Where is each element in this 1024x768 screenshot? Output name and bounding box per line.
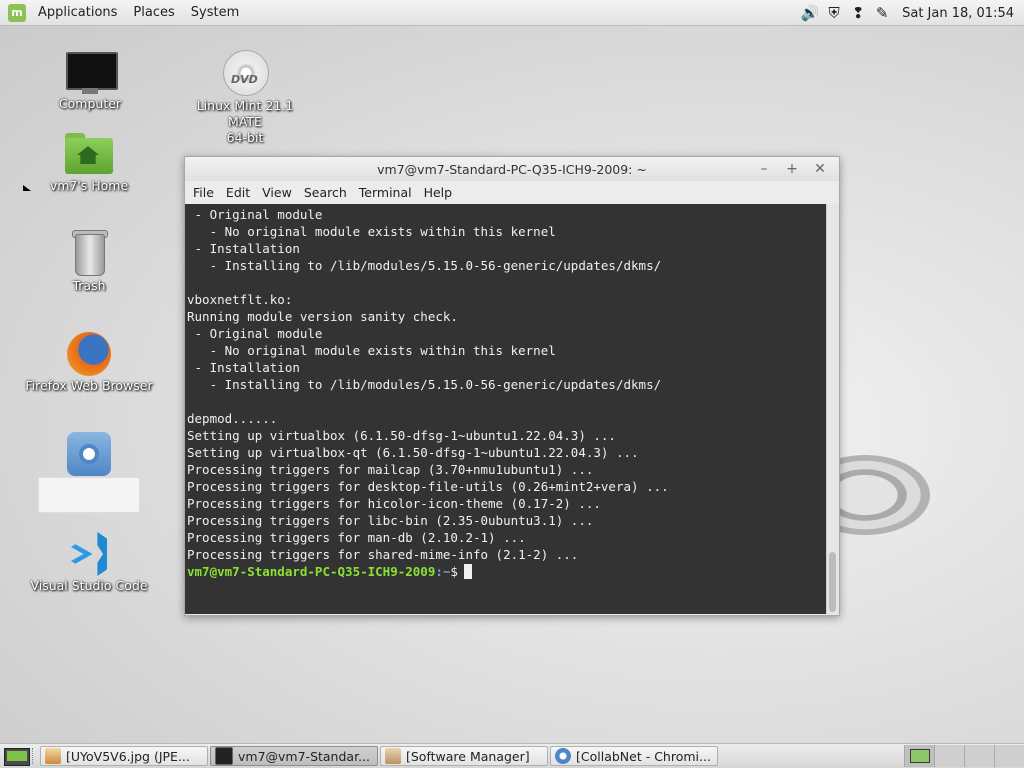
terminal-line: Processing triggers for shared-mime-info…	[187, 547, 579, 562]
terminal-line: Setting up virtualbox-qt (6.1.50-dfsg-1~…	[187, 445, 639, 460]
terminal-line: depmod......	[187, 411, 278, 426]
image-viewer-icon	[45, 748, 61, 764]
taskbar-item-label: [UYoV5V6.jpg (JPE...	[66, 748, 190, 764]
search-menu[interactable]: Search	[298, 185, 353, 200]
terminal-line: Setting up virtualbox (6.1.50-dfsg-1~ubu…	[187, 428, 616, 443]
home-folder-icon	[63, 130, 115, 178]
prompt-symbol: $	[450, 564, 458, 579]
workspace-2[interactable]	[934, 745, 964, 767]
volume-icon[interactable]: 🔊	[800, 3, 820, 23]
taskbar-item-label: [CollabNet - Chromi...	[576, 748, 711, 764]
workspace-3[interactable]	[964, 745, 994, 767]
chromium-icon	[555, 748, 571, 764]
terminal-line: - Original module	[187, 207, 323, 222]
workspace-1[interactable]	[904, 745, 934, 767]
system-tray: 🔊 ⛨ ❢ ✎ Sat Jan 18, 01:54	[798, 0, 1024, 26]
mouse-pointer-icon	[23, 185, 31, 191]
desktop-icon-label-box[interactable]	[38, 477, 140, 513]
close-button[interactable]: ✕	[809, 159, 831, 179]
mint-menu-icon[interactable]: m	[8, 3, 26, 22]
terminal-line: Processing triggers for desktop-file-uti…	[187, 479, 669, 494]
taskbar-item-label: [Software Manager]	[406, 748, 530, 764]
firefox-icon	[63, 330, 115, 378]
chromium-icon	[63, 430, 115, 478]
terminal-menubar: File Edit View Search Terminal Help	[185, 181, 839, 203]
taskbar-item-image-viewer[interactable]: [UYoV5V6.jpg (JPE...	[40, 746, 208, 766]
desktop-icon-label: 64-bit	[226, 130, 264, 145]
bottom-panel: [UYoV5V6.jpg (JPE... vm7@vm7-Standar... …	[0, 743, 1024, 768]
terminal-line: vboxnetflt.ko:	[187, 292, 293, 307]
terminal-line: Processing triggers for mailcap (3.70+nm…	[187, 462, 594, 477]
desktop-icon-label: Visual Studio Code	[30, 578, 148, 593]
desktop-icon-chromium[interactable]	[24, 430, 154, 478]
terminal-line: - Installing to /lib/modules/5.15.0-56-g…	[187, 258, 662, 273]
taskbar-item-label: vm7@vm7-Standar...	[238, 748, 370, 764]
terminal-line: Processing triggers for hicolor-icon-the…	[187, 496, 601, 511]
minimize-button[interactable]: –	[753, 159, 775, 179]
terminal-output[interactable]: - Original module - No original module e…	[185, 204, 827, 614]
shell-prompt[interactable]: vm7@vm7-Standard-PC-Q35-ICH9-2009:~ $	[187, 563, 827, 580]
file-menu[interactable]: File	[187, 185, 220, 200]
desktop-icon-vscode[interactable]: Visual Studio Code	[24, 530, 154, 594]
maximize-button[interactable]: +	[781, 159, 803, 179]
desktop-icon-label: Firefox Web Browser	[25, 378, 153, 393]
top-panel: m Applications Places System 🔊 ⛨ ❢ ✎ Sat…	[0, 0, 1024, 26]
terminal-line: - Installing to /lib/modules/5.15.0-56-g…	[187, 377, 662, 392]
desktop-icon-home[interactable]: vm7's Home	[24, 130, 154, 194]
terminal-window[interactable]: vm7@vm7-Standard-PC-Q35-ICH9-2009: ~ – +…	[184, 156, 840, 616]
desktop-icon-label: vm7's Home	[49, 178, 129, 193]
terminal-line: Processing triggers for man-db (2.10.2-1…	[187, 530, 526, 545]
shield-icon[interactable]: ⛨	[824, 3, 844, 23]
desktop-icon-label: Linux Mint 21.1 MATE	[196, 98, 294, 129]
help-menu[interactable]: Help	[418, 185, 459, 200]
desktop-icon-computer[interactable]: Computer	[25, 48, 155, 112]
desktop-icon-trash[interactable]: Trash	[24, 230, 154, 294]
taskbar-item-chromium[interactable]: [CollabNet - Chromi...	[550, 746, 718, 766]
terminal-line: Processing triggers for libc-bin (2.35-0…	[187, 513, 594, 528]
applications-menu[interactable]: Applications	[30, 0, 125, 26]
terminal-icon	[215, 747, 233, 765]
window-titlebar[interactable]: vm7@vm7-Standard-PC-Q35-ICH9-2009: ~ – +…	[185, 157, 839, 181]
terminal-scrollbar[interactable]	[826, 204, 839, 614]
places-menu[interactable]: Places	[125, 0, 182, 26]
text-cursor	[463, 564, 472, 579]
prompt-user: vm7@vm7-Standard-PC-Q35-ICH9-2009	[187, 564, 436, 579]
terminal-menu[interactable]: Terminal	[353, 185, 418, 200]
trash-icon	[63, 230, 115, 278]
edit-menu[interactable]: Edit	[220, 185, 256, 200]
window-title: vm7@vm7-Standard-PC-Q35-ICH9-2009: ~	[377, 161, 647, 177]
terminal-line: - Installation	[187, 360, 300, 375]
clock[interactable]: Sat Jan 18, 01:54	[902, 6, 1014, 21]
panel-separator	[32, 748, 36, 764]
desktop-icon-label: Computer	[58, 96, 122, 111]
vscode-icon	[63, 530, 115, 578]
scrollbar-thumb[interactable]	[829, 552, 836, 612]
dvd-icon: DVD	[219, 50, 271, 98]
system-menu[interactable]: System	[183, 0, 247, 26]
terminal-line: - No original module exists within this …	[187, 224, 556, 239]
desktop-icon-dvd[interactable]: DVD Linux Mint 21.1 MATE 64-bit	[180, 50, 310, 146]
prompt-path: :~	[435, 564, 451, 579]
software-manager-icon	[385, 748, 401, 764]
terminal-line: Running module version sanity check.	[187, 309, 458, 324]
network-icon[interactable]: ✎	[872, 3, 892, 23]
view-menu[interactable]: View	[256, 185, 298, 200]
desktop-icon-label: Trash	[72, 278, 106, 293]
workspace-switcher	[904, 745, 1024, 767]
show-desktop-icon[interactable]	[4, 748, 30, 766]
workspace-4[interactable]	[994, 745, 1024, 767]
taskbar-item-terminal[interactable]: vm7@vm7-Standar...	[210, 746, 378, 766]
computer-icon	[64, 48, 118, 96]
terminal-line: - No original module exists within this …	[187, 343, 556, 358]
terminal-line: - Original module	[187, 326, 323, 341]
desktop-icon-firefox[interactable]: Firefox Web Browser	[24, 330, 154, 394]
taskbar-item-software-manager[interactable]: [Software Manager]	[380, 746, 548, 766]
update-manager-icon[interactable]: ❢	[848, 3, 868, 23]
terminal-line: - Installation	[187, 241, 300, 256]
